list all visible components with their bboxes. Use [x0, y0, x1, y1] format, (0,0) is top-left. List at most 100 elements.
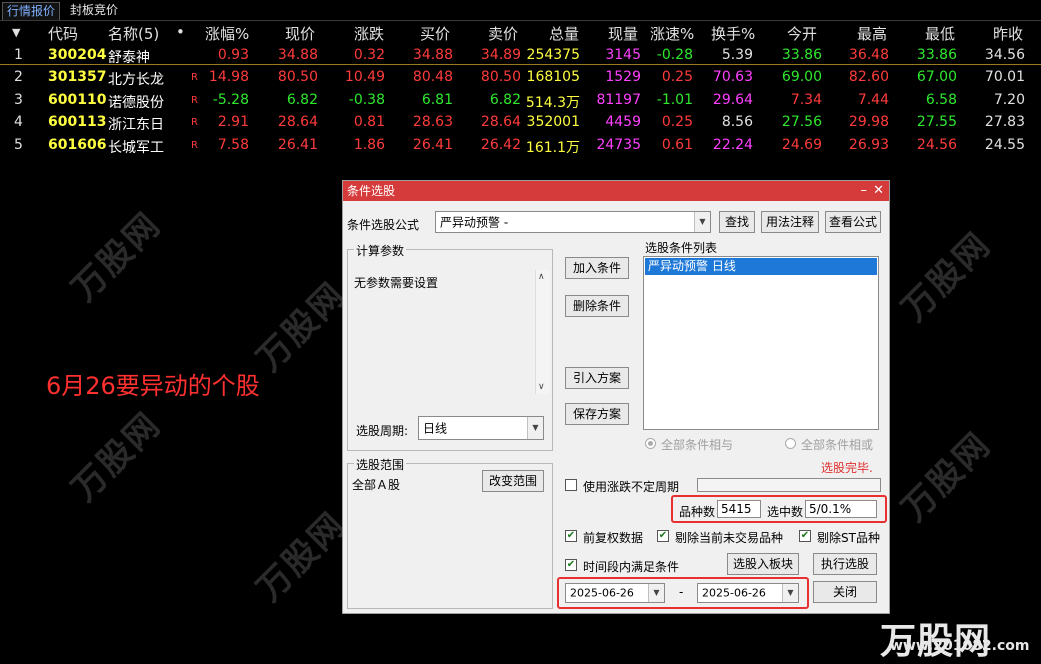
header-chg-pct[interactable]: 涨幅%: [205, 23, 249, 44]
period-combo[interactable]: 日线 ▼: [418, 416, 544, 440]
header-high[interactable]: 最高: [857, 23, 887, 44]
header-volume[interactable]: 总量: [549, 23, 579, 44]
condition-list[interactable]: 严异动预警 日线: [643, 256, 879, 430]
scroll-up-icon[interactable]: ∧: [538, 272, 545, 282]
count-highlight-box: [671, 495, 887, 523]
radio-all-and[interactable]: [645, 438, 656, 449]
cell-cur-volume: 1529: [605, 69, 641, 86]
table-row[interactable]: 1 300204 舒泰神 0.93 34.88 0.32 34.88 34.89 254375 3…: [0, 44, 1041, 66]
formula-value: 严异动预警 -: [440, 215, 509, 230]
header-turnover[interactable]: 换手%: [711, 23, 755, 44]
cell-low: 33.86: [916, 47, 957, 63]
watermark-text: 万股网: [249, 274, 354, 380]
list-item[interactable]: 严异动预警 日线: [645, 258, 877, 275]
cell-prev-close: 27.83: [984, 114, 1025, 131]
cell-open: 69.00: [781, 69, 822, 86]
table-row[interactable]: 5 601606 长城军工 R 7.58 26.41 1.86 26.41 26.42 161.1…: [0, 134, 1041, 156]
radio-all-or[interactable]: [785, 438, 796, 449]
close-icon[interactable]: ✕: [873, 181, 884, 201]
chevron-down-icon[interactable]: ▼: [648, 584, 664, 602]
chevron-down-icon[interactable]: ▼: [527, 417, 543, 439]
cell-cur-volume: 3145: [605, 47, 641, 63]
table-row[interactable]: 2 301357 北方长龙 R 14.98 80.50 10.49 80.48 80.50 168…: [0, 66, 1041, 88]
cell-volume: 352001: [526, 114, 580, 131]
import-scheme-button[interactable]: 引入方案: [565, 367, 629, 389]
find-button[interactable]: 查找: [719, 211, 755, 233]
add-to-block-button[interactable]: 选股入板块: [727, 553, 799, 575]
save-scheme-button[interactable]: 保存方案: [565, 403, 629, 425]
cell-price: 80.50: [277, 69, 318, 86]
header-price[interactable]: 现价: [285, 23, 315, 44]
usage-notes-button[interactable]: 用法注释: [761, 211, 819, 233]
view-formula-button[interactable]: 查看公式: [825, 211, 881, 233]
params-scrollbar[interactable]: ∧ ∨: [535, 270, 550, 394]
cell-speed: 0.61: [661, 136, 693, 153]
header-bid[interactable]: 买价: [420, 23, 450, 44]
change-scope-button[interactable]: 改变范围: [482, 470, 544, 492]
cell-speed: -0.28: [656, 47, 693, 63]
params-group-title: 计算参数: [354, 242, 407, 259]
cell-code: 600110: [48, 91, 107, 108]
status-text: 选股完毕.: [821, 461, 873, 475]
cell-prev-close: 7.20: [993, 91, 1025, 108]
unfixed-period-checkbox[interactable]: [565, 479, 577, 491]
table-row[interactable]: 4 600113 浙江东日 R 2.91 28.64 0.81 28.63 28.64 35200…: [0, 111, 1041, 133]
cell-high: 29.98: [848, 114, 889, 131]
formula-combo[interactable]: 严异动预警 - ▼: [435, 211, 711, 233]
unfixed-period-field: [697, 478, 881, 492]
header-cur-volume[interactable]: 现量: [608, 23, 638, 44]
cell-volume: 161.1万: [525, 139, 580, 156]
chevron-down-icon[interactable]: ▼: [782, 584, 798, 602]
add-condition-button[interactable]: 加入条件: [565, 257, 629, 279]
cell-turnover: 5.39: [721, 47, 753, 63]
fq-data-checkbox[interactable]: ✔: [565, 530, 577, 542]
header-dot: •: [176, 23, 185, 41]
header-code[interactable]: 代码: [48, 23, 78, 44]
date-from-picker[interactable]: 2025-06-26 ▼: [565, 583, 665, 603]
period-condition-checkbox[interactable]: ✔: [565, 559, 577, 571]
cell-code: 301357: [48, 69, 107, 86]
header-speed[interactable]: 涨速%: [650, 23, 694, 44]
delete-condition-button[interactable]: 删除条件: [565, 295, 629, 317]
scope-group-title: 选股范围: [354, 456, 407, 473]
params-group: 计算参数 无参数需要设置 ∧ ∨ 选股周期: 日线 ▼: [347, 242, 553, 451]
cell-turnover: 29.64: [712, 91, 753, 108]
header-menu-arrow-icon[interactable]: ▼: [12, 26, 20, 39]
header-prev-close[interactable]: 昨收: [993, 23, 1023, 44]
header-low[interactable]: 最低: [925, 23, 955, 44]
scroll-down-icon[interactable]: ∨: [538, 382, 545, 392]
cell-chg-pct: 2.91: [217, 114, 249, 131]
exclude-st-checkbox[interactable]: ✔: [799, 530, 811, 542]
cell-low: 27.55: [916, 114, 957, 131]
exclude-untraded-checkbox[interactable]: ✔: [657, 530, 669, 542]
annotation-text: 6月26要异动的个股: [46, 372, 260, 400]
cell-code: 300204: [48, 47, 107, 63]
watermark-text: 万股网: [64, 204, 169, 310]
cell-open: 27.56: [781, 114, 822, 131]
margin-r-badge: R: [191, 139, 198, 151]
period-condition-label: 时间段内满足条件: [583, 560, 680, 574]
execute-selection-button[interactable]: 执行选股: [813, 553, 877, 575]
row-index: 3: [14, 91, 23, 108]
formula-label: 条件选股公式: [347, 218, 420, 232]
dialog-title: 条件选股: [347, 184, 396, 198]
cell-name: 浙江东日: [108, 117, 164, 134]
tab-limit-auction[interactable]: 封板竞价: [66, 2, 122, 19]
header-name[interactable]: 名称(5): [108, 23, 159, 44]
date-to-picker[interactable]: 2025-06-26 ▼: [697, 583, 799, 603]
table-row[interactable]: 3 600110 诺德股份 R -5.28 6.82 -0.38 6.81 6.82 514.3万…: [0, 89, 1041, 111]
close-button[interactable]: 关闭: [813, 581, 877, 603]
cell-chg: 10.49: [344, 69, 385, 86]
minimize-icon[interactable]: –: [861, 181, 868, 201]
period-value: 日线: [423, 421, 448, 436]
header-ask[interactable]: 卖价: [488, 23, 518, 44]
cell-bid: 80.48: [412, 69, 453, 86]
cell-bid: 26.41: [412, 136, 453, 153]
header-open[interactable]: 今开: [787, 23, 817, 44]
cell-price: 6.82: [286, 91, 318, 108]
cell-cur-volume: 81197: [596, 91, 641, 108]
tab-quotes[interactable]: 行情报价: [2, 2, 61, 20]
header-chg[interactable]: 涨跌: [354, 23, 384, 44]
chevron-down-icon[interactable]: ▼: [694, 212, 710, 232]
cell-name: 长城军工: [108, 139, 164, 156]
